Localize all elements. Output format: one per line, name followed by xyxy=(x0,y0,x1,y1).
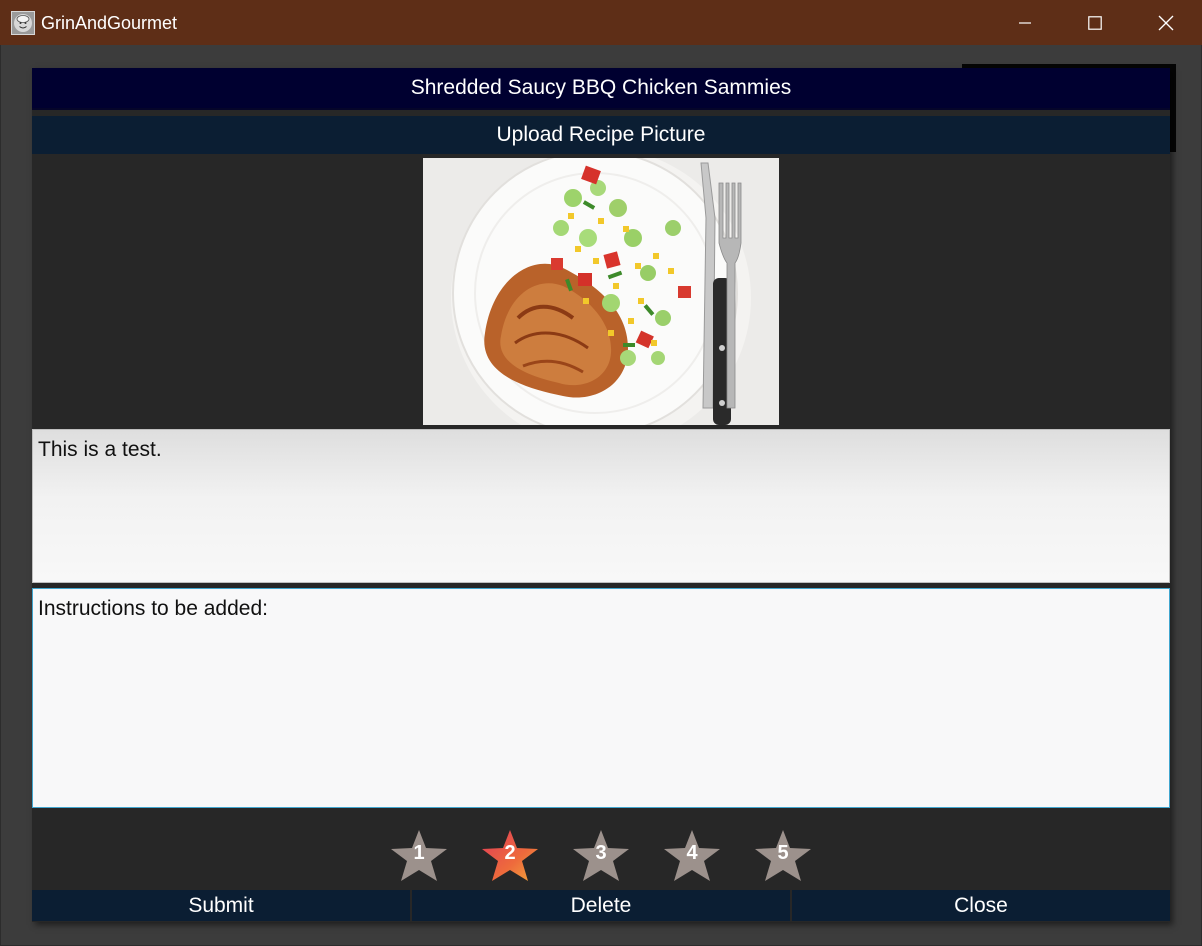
window-titlebar: GrinAndGourmet xyxy=(0,0,1202,45)
recipe-title: Shredded Saucy BBQ Chicken Sammies xyxy=(410,76,792,99)
star-rating-5[interactable]: 5 xyxy=(752,828,814,884)
maximize-icon xyxy=(1088,15,1102,30)
star-rating: 1 2 3 4 5 xyxy=(388,828,818,884)
recipe-photo xyxy=(423,158,779,425)
submit-button[interactable]: Submit xyxy=(32,890,410,921)
close-icon xyxy=(1158,15,1174,30)
app-chef-icon xyxy=(11,11,35,35)
recipe-description-field[interactable]: This is a test. xyxy=(32,429,1170,583)
star-rating-2[interactable]: 2 xyxy=(479,828,541,884)
close-button[interactable]: Close xyxy=(792,890,1170,921)
star-rating-1[interactable]: 1 xyxy=(388,828,450,884)
minimize-button[interactable] xyxy=(990,0,1060,45)
maximize-button[interactable] xyxy=(1060,0,1130,45)
star-rating-3[interactable]: 3 xyxy=(570,828,632,884)
star-label: 2 xyxy=(504,842,516,864)
recipe-title-header: Shredded Saucy BBQ Chicken Sammies xyxy=(32,68,1170,110)
recipe-instructions-text: Instructions to be added: xyxy=(38,597,268,620)
star-label: 4 xyxy=(686,842,698,864)
close-window-button[interactable] xyxy=(1131,0,1201,45)
recipe-instructions-field[interactable]: Instructions to be added: xyxy=(32,588,1170,808)
upload-picture-button[interactable]: Upload Recipe Picture xyxy=(32,116,1170,154)
star-label: 5 xyxy=(777,842,789,864)
window-title: GrinAndGourmet xyxy=(41,13,178,33)
recipe-description-text: This is a test. xyxy=(38,438,162,461)
star-label: 1 xyxy=(413,842,425,864)
star-label: 3 xyxy=(595,842,607,864)
delete-button[interactable]: Delete xyxy=(412,890,790,921)
minimize-icon xyxy=(1019,21,1031,24)
star-rating-4[interactable]: 4 xyxy=(661,828,723,884)
